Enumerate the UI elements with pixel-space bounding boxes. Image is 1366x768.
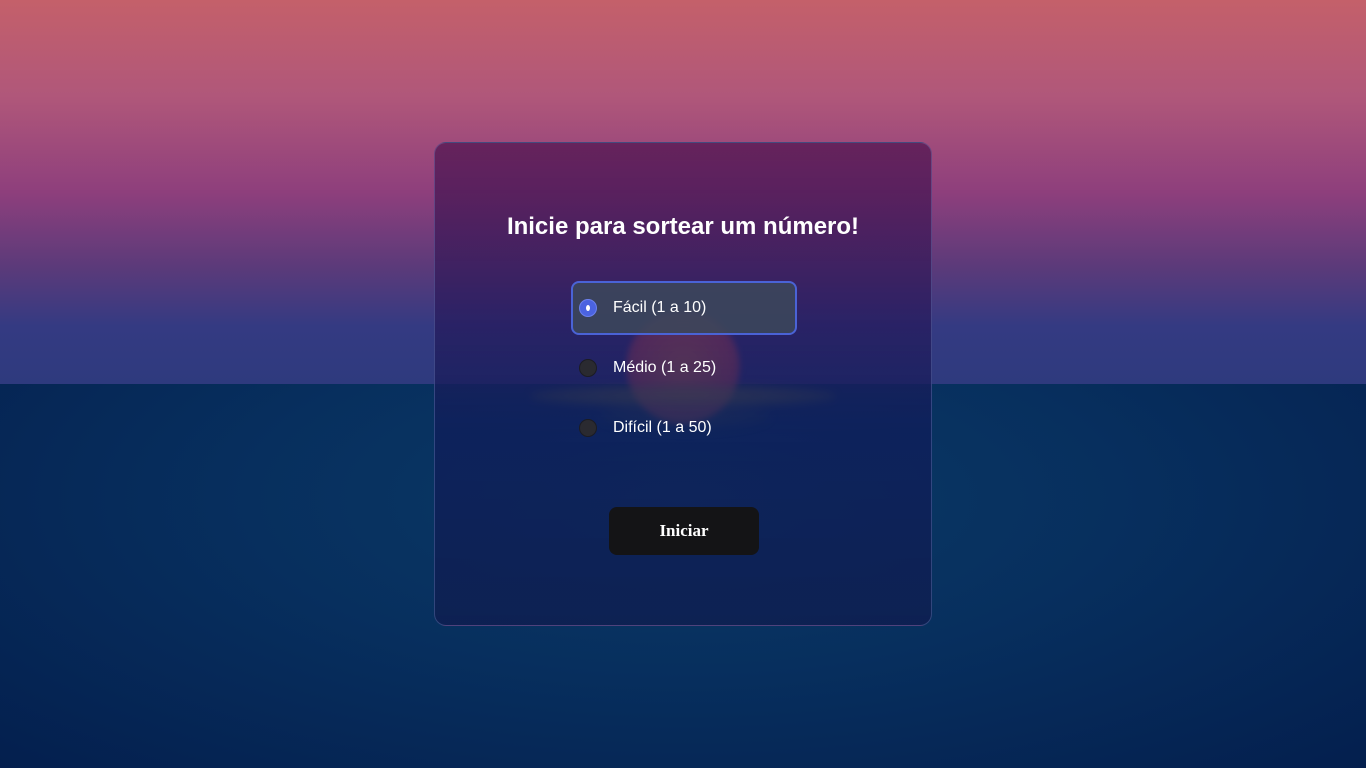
start-button[interactable]: Iniciar [609, 507, 759, 555]
radio-button-easy[interactable] [579, 299, 597, 317]
difficulty-option-hard[interactable]: Difícil (1 a 50) [571, 401, 797, 455]
page-title: Inicie para sortear um número! [506, 213, 860, 240]
game-card: Inicie para sortear um número! Fácil (1 … [434, 142, 932, 626]
radio-button-hard[interactable] [579, 419, 597, 437]
radio-button-medium[interactable] [579, 359, 597, 377]
difficulty-label-medium: Médio (1 a 25) [613, 359, 717, 376]
difficulty-option-easy[interactable]: Fácil (1 a 10) [571, 281, 797, 335]
difficulty-label-hard: Difícil (1 a 50) [613, 419, 712, 436]
difficulty-options: Fácil (1 a 10) Médio (1 a 25) Difícil (1… [571, 281, 797, 461]
difficulty-option-medium[interactable]: Médio (1 a 25) [571, 341, 797, 395]
difficulty-label-easy: Fácil (1 a 10) [613, 299, 707, 316]
